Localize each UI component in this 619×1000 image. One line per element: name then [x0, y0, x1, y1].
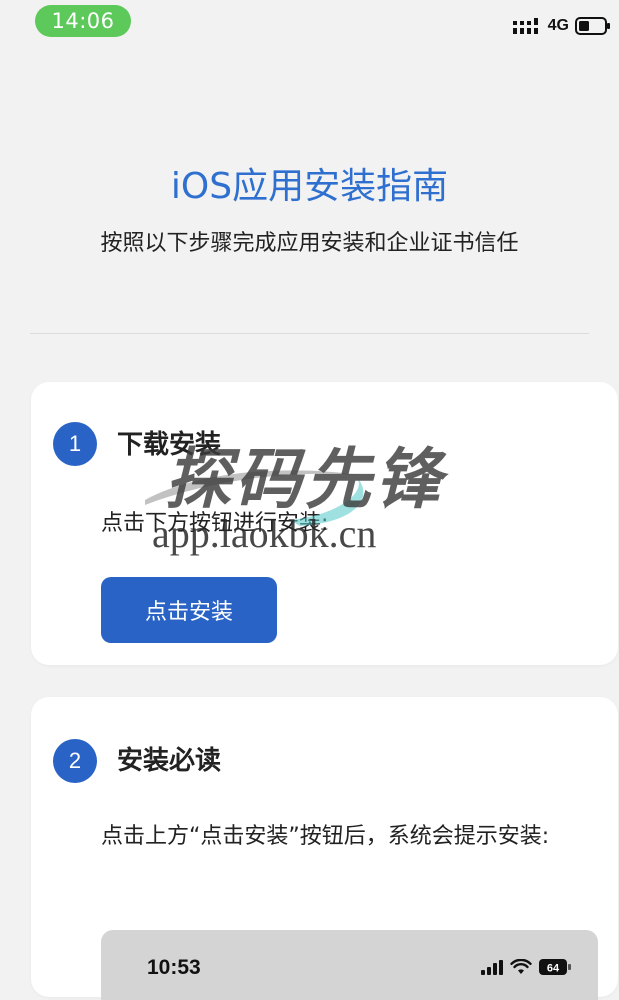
step-number-badge: 1: [53, 422, 97, 466]
battery-icon: [575, 17, 610, 35]
wifi-icon: [510, 959, 532, 974]
header-divider: [30, 333, 589, 334]
page-title: iOS应用安装指南: [170, 166, 449, 207]
step-description: 点击下方按钮进行安装:: [101, 511, 329, 536]
step-description: 点击上方“点击安装”按钮后，系统会提示安装:: [101, 824, 550, 849]
status-indicators: 4G: [512, 14, 611, 38]
page-header: iOS应用安装指南 按照以下步骤完成应用安装和企业证书信任: [0, 165, 619, 259]
step-title: 安装必读: [117, 746, 222, 776]
preview-status-indicators: 64: [480, 958, 572, 976]
signal-icon: [512, 18, 538, 34]
step-number-badge: 2: [53, 739, 97, 783]
status-time[interactable]: 14:06: [35, 5, 131, 37]
preview-time: 10:53: [147, 956, 201, 979]
preview-battery-text: 64: [547, 963, 560, 975]
signal-bars-icon: [481, 960, 503, 975]
page-subtitle: 按照以下步骤完成应用安装和企业证书信任: [100, 231, 519, 256]
step-card-install-notes: 2 安装必读 点击上方“点击安装”按钮后，系统会提示安装: 10:53 64: [31, 697, 618, 1000]
step-title: 下载安装: [117, 430, 222, 460]
step-card-download: 1 下载安装 点击下方按钮进行安装: 点击安装: [31, 382, 618, 665]
status-bar: 14:06 4G: [0, 0, 619, 48]
install-prompt-preview: 10:53 64: [101, 930, 598, 1000]
network-type: 4G: [547, 17, 569, 34]
install-button[interactable]: 点击安装: [101, 577, 277, 643]
battery-level-icon: 64: [539, 959, 571, 975]
